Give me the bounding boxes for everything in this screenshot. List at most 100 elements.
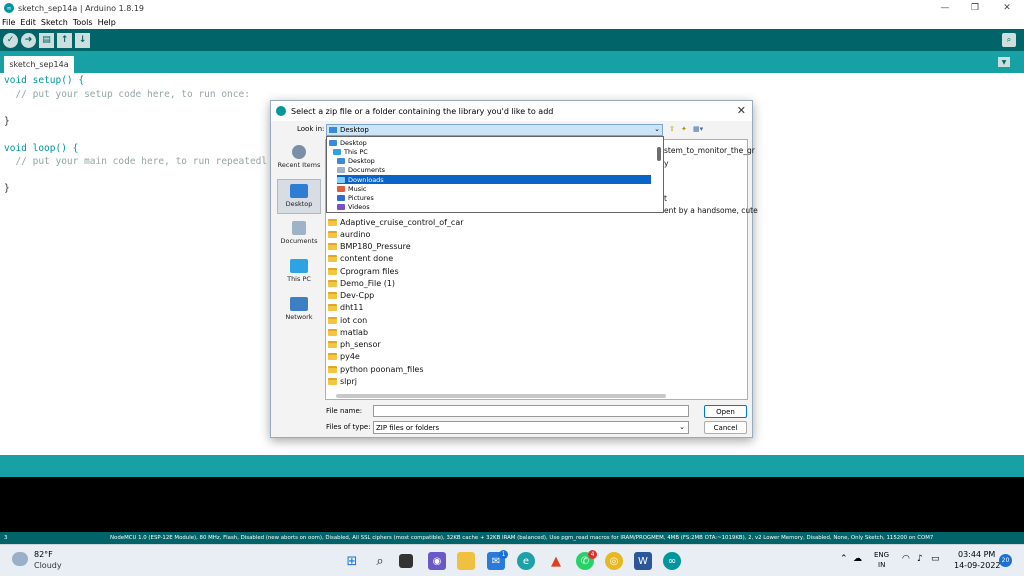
place-this-pc[interactable]: This PC [277,255,321,290]
folder-row[interactable]: matlab [328,326,368,338]
place-documents[interactable]: Documents [277,217,321,252]
weather-desc[interactable]: Cloudy [34,561,62,570]
folder-row[interactable]: Dev-Cpp [328,289,374,301]
menu-help[interactable]: Help [98,18,116,27]
search-icon[interactable]: ⌕ [371,552,389,570]
dropdown-item-pictures[interactable]: Pictures [337,193,374,202]
serial-monitor-icon[interactable]: ⌕ [1002,33,1016,47]
folder-row[interactable]: Demo_File (1) [328,277,395,289]
matlab-icon[interactable]: ▲ [547,552,565,570]
arduino-logo-icon [276,106,286,116]
look-in-value: Desktop [340,126,369,134]
add-library-dialog: Select a zip file or a folder containing… [270,100,758,438]
menu-edit[interactable]: Edit [20,18,36,27]
speaker-icon[interactable]: ♪ [917,554,923,564]
chevron-up-icon[interactable]: ⌃ [840,554,848,564]
folder-icon [328,279,337,287]
folder-row[interactable]: dht11 [328,301,363,313]
horizontal-scrollbar[interactable] [336,394,666,398]
folder-name: content done [340,253,394,263]
clock-time[interactable]: 03:44 PM [958,550,995,559]
edge-browser-icon[interactable]: e [517,552,535,570]
battery-icon[interactable]: ▭ [931,554,940,564]
close-dialog-icon[interactable]: ✕ [737,104,746,117]
whatsapp-badge: 4 [588,550,597,559]
folder-name: slprj [340,376,357,386]
place-network[interactable]: Network [277,293,321,328]
menu-bar: File Edit Sketch Tools Help [0,16,1024,29]
language-code[interactable]: ENG [874,551,889,559]
file-type-select[interactable]: ZIP files or folders ⌄ [373,421,689,434]
place-recent-items[interactable]: Recent Items [277,141,321,176]
tab-menu-chevron-icon[interactable]: ▼ [998,57,1010,67]
maximize-button[interactable]: ❐ [958,0,992,16]
menu-sketch[interactable]: Sketch [41,18,68,27]
windows-start-icon[interactable]: ⊞ [343,552,361,570]
clock-date[interactable]: 14-09-2022 [954,561,1001,570]
folder-row[interactable]: content done [328,252,393,264]
arduino-taskbar-icon[interactable]: ∞ [663,552,681,570]
look-in-combo[interactable]: Desktop ⌄ [326,124,663,136]
cancel-button[interactable]: Cancel [704,421,747,434]
folder-name: iot con [340,315,368,325]
folder-row[interactable]: python poonam_files [328,363,424,375]
dropdown-item-downloads[interactable]: Downloads [337,175,651,184]
chevron-down-icon[interactable]: ⌄ [679,423,685,431]
chrome-icon[interactable]: ◎ [605,552,623,570]
open-sketch-button[interactable]: ↑ [57,32,72,48]
menu-file[interactable]: File [2,18,15,27]
dropdown-scrollbar[interactable] [657,147,661,161]
code-setup-signature: void setup() { [4,75,85,86]
folder-row[interactable]: iot con [328,314,367,326]
folder-row[interactable]: aurdino [328,228,370,240]
folder-row[interactable]: Cprogram files [328,265,399,277]
verify-button[interactable]: ✓ [3,32,18,48]
dropdown-item-videos[interactable]: Videos [337,202,370,211]
folder-name: Demo_File (1) [340,278,396,288]
folder-name: aurdino [340,229,371,239]
folder-row[interactable]: ph_sensor [328,338,381,350]
minimize-button[interactable]: — [928,0,962,16]
notification-badge[interactable]: 20 [999,554,1012,567]
chevron-down-icon[interactable]: ⌄ [654,125,660,133]
chat-icon[interactable]: ◉ [428,552,446,570]
wifi-icon[interactable]: ◠ [902,554,910,564]
file-name-input[interactable] [373,405,689,417]
menu-tools[interactable]: Tools [73,18,93,27]
dropdown-item-music[interactable]: Music [337,184,367,193]
task-view-icon[interactable] [399,554,413,568]
dropdown-item-this-pc[interactable]: This PC [333,147,368,156]
console-divider[interactable] [0,455,1024,477]
place-desktop[interactable]: Desktop [277,179,321,214]
cloud-icon[interactable]: ☁ [853,554,862,564]
save-sketch-button[interactable]: ↓ [75,32,90,48]
folder-row[interactable]: Adaptive_cruise_control_of_car [328,216,464,228]
up-folder-icon[interactable]: ⇧ [669,125,679,135]
word-icon[interactable]: W [634,552,652,570]
look-in-label: Look in: [297,125,325,133]
dropdown-item-desktop-root[interactable]: Desktop [329,138,367,147]
folder-row[interactable]: py4e [328,350,360,362]
folder-row[interactable]: slprj [328,375,357,387]
dropdown-label: Music [348,184,367,193]
dialog-title: Select a zip file or a folder containing… [291,106,554,116]
folder-row[interactable]: BMP180_Pressure [328,240,411,252]
dropdown-item-desktop[interactable]: Desktop [337,156,375,165]
computer-icon [290,259,308,273]
folder-icon [328,303,337,311]
new-sketch-button[interactable]: ▤ [39,32,54,48]
folder-name: Cprogram files [340,266,399,276]
new-folder-icon[interactable]: ✦ [681,125,691,135]
cloudy-weather-icon[interactable] [12,552,28,566]
language-region[interactable]: IN [878,561,885,569]
dialog-title-bar: Select a zip file or a folder containing… [271,101,752,121]
dropdown-item-documents[interactable]: Documents [337,165,385,174]
weather-temp[interactable]: 82°F [34,550,53,559]
view-menu-icon[interactable]: ▦▾ [693,125,707,135]
file-explorer-icon[interactable] [457,552,475,570]
upload-button[interactable]: ➜ [21,32,36,48]
tab-sketch[interactable]: sketch_sep14a [4,56,74,73]
open-button[interactable]: Open [704,405,747,418]
folder-name: py4e [340,351,360,361]
close-window-button[interactable]: ✕ [990,0,1024,16]
